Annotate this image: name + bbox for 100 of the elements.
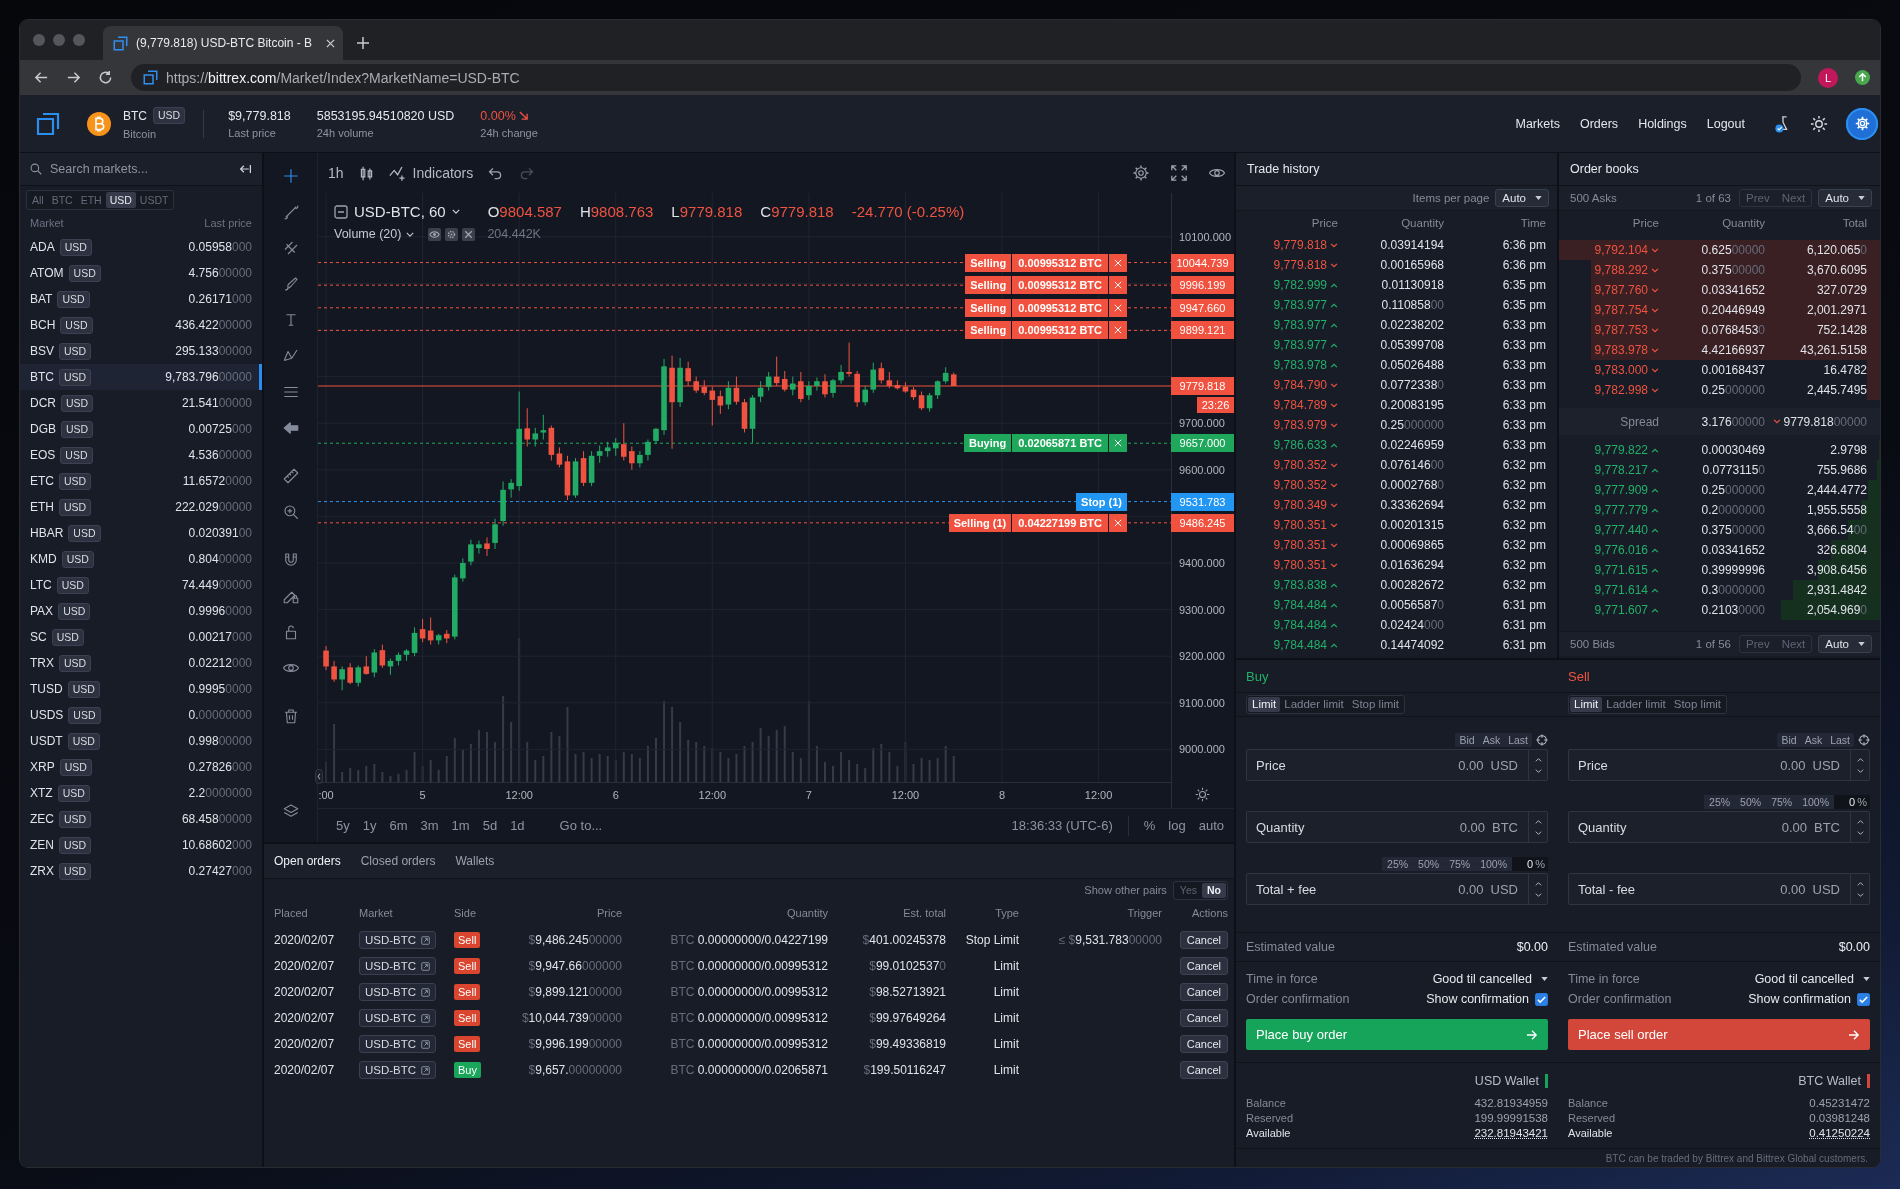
range-button[interactable]: 5d [482,818,498,833]
price-source-button[interactable]: Bid [1777,733,1801,747]
market-row[interactable]: XRP USD 0.27826000 [20,754,262,780]
close-icon[interactable] [326,38,335,48]
cancel-order-button[interactable] [1109,513,1127,532]
scale-button[interactable]: % [1143,818,1156,833]
price-source-button[interactable]: Bid [1455,733,1479,747]
cancel-order-button[interactable] [1109,321,1127,340]
fullscreen-icon[interactable] [1170,164,1188,182]
extension-icon[interactable] [1855,70,1870,85]
ruler-icon[interactable] [281,467,300,485]
cancel-button[interactable]: Cancel [1179,1061,1228,1079]
market-row[interactable]: HBAR USD 0.02039100 [20,520,262,546]
market-link[interactable]: USD-BTC [359,1035,437,1053]
place-order-button[interactable]: Place sell order [1568,1019,1870,1050]
reload-icon[interactable] [98,70,113,85]
study-label[interactable]: Volume (20) [334,227,402,241]
market-row[interactable]: XTZ USD 2.20000000 [20,780,262,806]
chevron-up-icon[interactable] [1856,819,1864,824]
chevron-up-icon[interactable] [1856,757,1864,762]
gear-icon[interactable] [445,227,459,241]
market-row[interactable]: BSV USD 295.13300000 [20,338,262,364]
number-field[interactable]: Quantity 0.00 BTC [1246,811,1548,843]
market-row[interactable]: SC USD 0.00217000 [20,624,262,650]
number-field[interactable]: Total + fee 0.00 USD [1246,873,1548,905]
orders-tab[interactable]: Wallets [455,854,495,868]
nav-link[interactable]: Logout [1706,116,1745,131]
order-type-tab[interactable]: Ladder limit [1602,697,1670,712]
chevron-down-icon[interactable] [1856,892,1864,897]
market-row[interactable]: ZEC USD 68.45800000 [20,806,262,832]
plus-icon[interactable] [357,37,369,49]
settings-button[interactable] [1846,107,1878,140]
market-link[interactable]: USD-BTC [359,1009,437,1027]
gear-icon[interactable] [1132,164,1150,182]
crosshair-icon[interactable] [1858,734,1870,746]
order-type-tab[interactable]: Limit [1248,697,1281,712]
market-row[interactable]: TRX USD 0.02212000 [20,650,262,676]
percent-field[interactable]: 0 % [1512,857,1548,871]
chevron-down-icon[interactable] [1534,768,1542,773]
market-row[interactable]: ZRX USD 0.27427000 [20,858,262,884]
collapse-icon[interactable] [239,164,252,174]
percent-button[interactable]: 50% [1735,795,1767,809]
market-row[interactable]: EOS USD 4.53600000 [20,442,262,468]
logo-icon[interactable] [36,111,60,136]
cancel-button[interactable]: Cancel [1179,1009,1228,1027]
symbol-label[interactable]: USD-BTC, 60 [354,203,446,220]
range-button[interactable]: 1d [510,818,525,833]
chevron-left-icon[interactable] [315,769,323,784]
close-icon[interactable] [462,227,476,241]
chevron-down-icon[interactable] [406,231,415,237]
percent-button[interactable]: 75% [1444,857,1476,871]
scale-button[interactable]: auto [1198,818,1224,833]
cancel-order-button[interactable] [1109,298,1127,317]
range-button[interactable]: 3m [420,818,439,833]
sun-icon[interactable] [1195,787,1210,802]
percent-button[interactable]: 100% [1797,795,1834,809]
back-icon[interactable] [34,70,49,85]
market-row[interactable]: BAT USD 0.26171000 [20,286,262,312]
range-button[interactable]: 5y [336,818,350,833]
minus-square-icon[interactable] [334,204,348,219]
market-link[interactable]: USD-BTC [359,957,437,975]
cancel-order-button[interactable] [1109,276,1127,295]
sun-icon[interactable] [1810,114,1828,133]
nav-link[interactable]: Holdings [1638,116,1687,131]
scale-button[interactable]: log [1168,818,1186,833]
orders-tab[interactable]: Closed orders [360,854,436,868]
market-row[interactable]: ETH USD 222.02900000 [20,494,262,520]
market-link[interactable]: USD-BTC [359,931,437,949]
cancel-button[interactable]: Cancel [1179,983,1228,1001]
price-source-button[interactable]: Last [1826,733,1854,747]
nav-link[interactable]: Markets [1515,116,1560,131]
range-button[interactable]: 1y [362,818,377,833]
market-link[interactable]: USD-BTC [359,983,437,1001]
orders-tab[interactable]: Open orders [274,854,341,868]
market-row[interactable]: ZEN USD 10.68602000 [20,832,262,858]
per-page-select[interactable]: Auto [1495,189,1549,207]
nav-link[interactable]: Orders [1579,116,1619,131]
market-row[interactable]: BCH USD 436.42200000 [20,312,262,338]
cancel-button[interactable]: Cancel [1179,957,1228,975]
order-type-tab[interactable]: Limit [1570,697,1603,712]
cancel-order-button[interactable] [1109,434,1127,453]
percent-button[interactable]: 100% [1475,857,1512,871]
price-source-button[interactable]: Last [1504,733,1532,747]
number-field[interactable]: Price 0.00 USD [1246,749,1548,781]
percent-button[interactable]: 25% [1382,857,1414,871]
market-row[interactable]: LTC USD 74.44900000 [20,572,262,598]
layers-icon[interactable] [281,802,300,820]
chevron-down-icon[interactable] [1534,892,1542,897]
chevron-up-icon[interactable] [1534,881,1542,886]
range-button[interactable]: 1m [451,818,470,833]
indicators-button[interactable]: Indicators [388,165,474,181]
market-row[interactable]: ATOM USD 4.75600000 [20,260,262,286]
market-row[interactable]: PAX USD 0.99960000 [20,598,262,624]
price-source-button[interactable]: Ask [1800,733,1827,747]
percent-button[interactable]: 25% [1704,795,1736,809]
market-row[interactable]: TUSD USD 0.99950000 [20,676,262,702]
time-in-force-select[interactable]: Good til cancelled [1432,972,1548,986]
percent-field[interactable]: 0 % [1834,795,1870,809]
eye-icon[interactable] [428,227,442,241]
per-page-select[interactable]: Auto [1818,635,1872,653]
